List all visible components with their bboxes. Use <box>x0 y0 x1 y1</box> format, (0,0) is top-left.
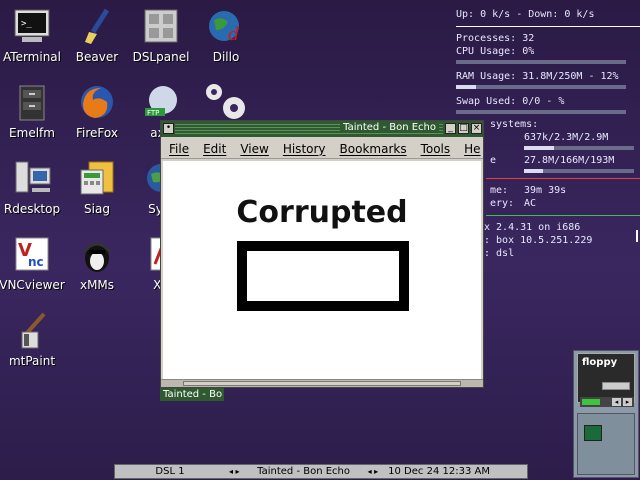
horizontal-scrollbar[interactable] <box>161 379 483 387</box>
ram-usage: RAM Usage: 31.8M/250M - 12% <box>456 71 619 82</box>
ram-bar <box>456 85 626 89</box>
desktop-icon-siag[interactable]: Siag <box>62 158 132 216</box>
desktop-icon-mtpaint[interactable]: mtPaint <box>0 310 67 368</box>
desktop-icon-xmms[interactable]: xMMs <box>62 234 132 292</box>
window-menu-button[interactable]: • <box>163 123 174 134</box>
browser-window: • Tainted - Bon Echo _ □ × File Edit Vie… <box>160 120 484 388</box>
paint-tools-icon <box>12 310 52 350</box>
svg-text:nc: nc <box>28 255 44 269</box>
close-button[interactable]: × <box>471 123 482 134</box>
icon-label: VNCviewer <box>0 278 65 292</box>
icon-label: Dillo <box>212 50 240 64</box>
menu-bookmarks[interactable]: Bookmarks <box>340 142 407 156</box>
globe-icon: d <box>206 6 246 46</box>
task-arrows[interactable]: ◂ ▸ <box>364 467 383 476</box>
uptime: 39m 39s <box>524 185 567 196</box>
cpu-bar <box>456 60 626 64</box>
menu-view[interactable]: View <box>240 142 268 156</box>
taskbar-task[interactable]: Tainted - Bon Echo <box>244 466 364 477</box>
menu-history[interactable]: History <box>283 142 326 156</box>
computers-icon <box>12 158 52 198</box>
floppy-icon[interactable]: floppy <box>577 353 635 403</box>
floppy-dockapp: floppy ◂ ▸ <box>573 350 639 478</box>
floppy-controls[interactable]: ◂ ▸ <box>580 397 634 407</box>
chip-icon <box>584 425 602 441</box>
cpu-usage: CPU Usage: 0% <box>456 46 535 57</box>
uptime-label: me: <box>490 185 509 196</box>
icon-label: Emelfm <box>9 126 55 140</box>
desktop-icon-dillo[interactable]: d Dillo <box>191 6 261 64</box>
icon-label: DSLpanel <box>132 50 190 64</box>
icon-label: ATerminal <box>3 50 61 64</box>
process-count: Processes: 32 <box>456 33 535 44</box>
maximize-button[interactable]: □ <box>458 123 469 134</box>
desktop-icon-dslpanel[interactable]: DSLpanel <box>126 6 196 64</box>
desktop-icon-emelfm[interactable]: Emelfm <box>0 82 67 140</box>
page-content: Corrupted <box>163 161 481 379</box>
file-cabinet-icon <box>12 82 52 122</box>
icon-label: Rdesktop <box>3 202 61 216</box>
svg-text:d: d <box>228 24 240 45</box>
firefox-icon <box>77 82 117 122</box>
fs-home-bar <box>524 169 634 173</box>
icon-label: Beaver <box>75 50 119 64</box>
vnc-icon: Vnc <box>12 234 52 274</box>
user-info: : dsl <box>484 248 515 259</box>
icon-label: FireFox <box>76 126 118 140</box>
clock: 10 Dec 24 12:33 AM <box>388 466 490 477</box>
desktop-icon-firefox[interactable]: FireFox <box>62 82 132 140</box>
paintbrush-icon <box>77 6 117 46</box>
text-cursor-icon <box>636 230 639 242</box>
minimized-window-label[interactable]: Tainted - Bo <box>160 388 224 401</box>
swap-bar <box>456 110 626 114</box>
desktop-icon-beaver[interactable]: Beaver <box>62 6 132 64</box>
network-speed: Up: 0 k/s - Down: 0 k/s <box>456 9 595 20</box>
floppy-label: floppy <box>582 357 618 368</box>
svg-text:>_: >_ <box>21 19 32 29</box>
desktop-icon-rdesktop[interactable]: Rdesktop <box>0 158 67 216</box>
ftp-icon: FTP <box>141 82 181 122</box>
minimize-button[interactable]: _ <box>445 123 456 134</box>
menu-file[interactable]: File <box>169 142 189 156</box>
fs-root: 637k/2.3M/2.9M <box>524 132 609 143</box>
battery: AC <box>524 198 537 209</box>
scrollbar-thumb[interactable] <box>183 381 461 386</box>
window-titlebar[interactable]: • Tainted - Bon Echo _ □ × <box>161 121 483 137</box>
menu-tools[interactable]: Tools <box>421 142 451 156</box>
svg-text:FTP: FTP <box>147 109 159 117</box>
control-panel-icon <box>141 6 181 46</box>
icon-label: xMMs <box>79 278 115 292</box>
icon-label: Siag <box>84 202 110 216</box>
menu-help[interactable]: He <box>464 142 480 156</box>
desktop-name[interactable]: DSL 1 <box>115 466 225 477</box>
fs-home: 27.8M/166M/193M <box>524 155 615 166</box>
battery-label: ery: <box>490 198 515 209</box>
kernel-info: x 2.4.31 on i686 <box>484 222 581 233</box>
divider <box>486 215 640 216</box>
icon-label: mtPaint <box>8 354 56 368</box>
prev-button[interactable]: ◂ <box>612 398 621 406</box>
gear-icon <box>200 80 250 124</box>
desk-arrows[interactable]: ◂ ▸ <box>225 467 244 476</box>
desktop-icon-vncviewer[interactable]: Vnc VNCviewer <box>0 234 67 292</box>
divider <box>486 178 640 179</box>
fs-root-bar <box>524 146 634 150</box>
fs-home-label: e <box>490 155 497 166</box>
empty-box <box>237 241 409 311</box>
terminal-icon: >_ <box>12 6 52 46</box>
spreadsheet-icon <box>77 158 117 198</box>
desktop-icon-aterminal[interactable]: >_ ATerminal <box>0 6 67 64</box>
taskbar: DSL 1 ◂ ▸ Tainted - Bon Echo ◂ ▸ 10 Dec … <box>114 464 528 479</box>
swap-usage: Swap Used: 0/0 - % <box>456 96 565 107</box>
penguin-headphones-icon <box>77 234 117 274</box>
page-heading: Corrupted <box>236 195 408 230</box>
divider <box>456 26 640 27</box>
filesystems-label: systems: <box>490 119 539 130</box>
menu-bar: File Edit View History Bookmarks Tools H… <box>161 139 483 159</box>
window-title: Tainted - Bon Echo <box>340 122 439 133</box>
host-info: : box 10.5.251.229 <box>484 235 593 246</box>
menu-edit[interactable]: Edit <box>203 142 226 156</box>
next-button[interactable]: ▸ <box>623 398 632 406</box>
